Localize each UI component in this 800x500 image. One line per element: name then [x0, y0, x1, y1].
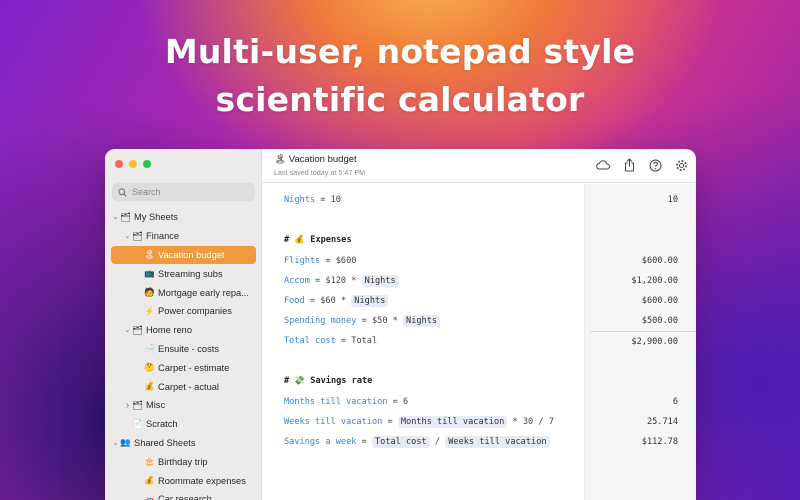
- total-divider: [590, 331, 696, 332]
- sidebar-item[interactable]: 💰 Roommate expenses: [105, 471, 262, 490]
- sidebar-item[interactable]: 🏝 Vacation budget: [111, 245, 256, 265]
- headline: Multi-user, notepad style scientific cal…: [0, 28, 800, 124]
- sheet-editor: 🏝 Vacation budget Last saved today at 5:…: [262, 149, 696, 500]
- share-icon[interactable]: [622, 158, 636, 172]
- result-months-till-vacation: 6: [672, 397, 678, 407]
- result-nights: 10: [667, 195, 678, 205]
- money-wings-icon: 💸: [294, 376, 306, 386]
- result-food: $600.00: [641, 296, 678, 306]
- result-accom: $1,200.00: [631, 276, 678, 286]
- sheet-emoji-icon: 🛁: [144, 343, 155, 354]
- line-spending-money[interactable]: Spending money = $50 * Nights: [284, 315, 441, 327]
- sidebar-item-label: Scratch: [146, 419, 178, 430]
- close-window-button[interactable]: [115, 160, 123, 168]
- sidebar-item-label: Roommate expenses: [158, 475, 246, 486]
- sheet-emoji-icon: 🗂: [132, 230, 143, 241]
- sidebar-item-label: Mortgage early repa...: [158, 287, 249, 298]
- sidebar-item[interactable]: 🚗 Car research: [105, 490, 262, 500]
- chevron-icon[interactable]: ›: [123, 400, 132, 411]
- app-window: Search ⌄ 🗂 My Sheets ⌄ 🗂 Finance 🏝 Vacation bud…: [105, 149, 696, 500]
- chevron-icon[interactable]: ⌄: [123, 326, 132, 334]
- line-weeks-till-vacation[interactable]: Weeks till vacation = Months till vacati…: [284, 416, 554, 428]
- sheet-emoji-icon: 🎂: [144, 456, 155, 467]
- line-savings-a-week[interactable]: Savings a week = Total cost / Weeks till…: [284, 436, 550, 448]
- sidebar: Search ⌄ 🗂 My Sheets ⌄ 🗂 Finance 🏝 Vacation bud…: [105, 149, 262, 500]
- line-total-cost[interactable]: Total cost = Total: [284, 336, 377, 346]
- line-food[interactable]: Food = $60 * Nights: [284, 295, 389, 307]
- sheet-emoji-icon: 📄: [132, 418, 143, 429]
- toolbar: [596, 158, 688, 172]
- sheet-emoji-icon: 📺: [144, 268, 155, 279]
- sheet-emoji-icon: 💰: [144, 381, 155, 392]
- sidebar-item-label: Shared Sheets: [134, 437, 196, 448]
- search-placeholder: Search: [132, 187, 161, 197]
- line-nights[interactable]: Nights = 10: [284, 195, 341, 205]
- sidebar-item-label: Carpet - estimate: [158, 362, 230, 373]
- sidebar-item[interactable]: 🤔 Carpet - estimate: [105, 358, 262, 377]
- line-accom[interactable]: Accom = $120 * Nights: [284, 275, 399, 287]
- search-input[interactable]: Search: [112, 183, 255, 201]
- sidebar-item[interactable]: › 🗂 Misc: [105, 396, 262, 415]
- sidebar-item-label: Ensuite - costs: [158, 343, 219, 354]
- heading-savings-rate[interactable]: # 💸 Savings rate: [284, 376, 372, 386]
- last-saved-text: Last saved today at 5:47 PM: [274, 168, 366, 177]
- result-weeks-till-vacation: 25.714: [646, 417, 678, 427]
- money-bag-icon: 💰: [294, 235, 306, 245]
- window-controls: [115, 160, 151, 168]
- sheet-emoji-icon: 💰: [144, 475, 155, 486]
- sidebar-item[interactable]: ⌄ 🗂 Home reno: [105, 321, 262, 340]
- sidebar-item[interactable]: 🧑 Mortgage early repa...: [105, 283, 262, 302]
- settings-icon[interactable]: [674, 158, 688, 172]
- result-spending-money: $500.00: [641, 316, 678, 326]
- result-flights: $600.00: [641, 256, 678, 266]
- sidebar-item-label: Carpet - actual: [158, 381, 219, 392]
- result-savings-a-week: $112.78: [641, 437, 678, 447]
- sheet-emoji-icon: 🧑: [144, 287, 155, 298]
- sheet-emoji-icon: ⚡: [144, 305, 155, 316]
- sidebar-item-label: Birthday trip: [158, 456, 208, 467]
- sidebar-item-label: Car research: [158, 494, 212, 500]
- sheet-emoji-icon: 🤔: [144, 362, 155, 373]
- chevron-icon[interactable]: ⌄: [111, 213, 120, 221]
- sidebar-item[interactable]: 🛁 Ensuite - costs: [105, 340, 262, 359]
- titlebar: 🏝 Vacation budget Last saved today at 5:…: [262, 149, 696, 183]
- cloud-icon[interactable]: [596, 158, 610, 172]
- sheet-tree: ⌄ 🗂 My Sheets ⌄ 🗂 Finance 🏝 Vacation budget 📺 Str…: [105, 208, 262, 500]
- sidebar-item[interactable]: ⚡ Power companies: [105, 302, 262, 321]
- headline-line-1: Multi-user, notepad style: [164, 32, 636, 71]
- search-icon: [118, 187, 127, 197]
- sidebar-item-label: Streaming subs: [158, 268, 223, 279]
- chevron-icon[interactable]: ⌄: [111, 439, 120, 447]
- sidebar-item[interactable]: 📺 Streaming subs: [105, 264, 262, 283]
- help-icon[interactable]: [648, 158, 662, 172]
- sidebar-item-label: Finance: [146, 231, 180, 242]
- zoom-window-button[interactable]: [143, 160, 151, 168]
- chevron-icon[interactable]: ⌄: [123, 232, 132, 240]
- sidebar-item-label: Misc: [146, 400, 166, 411]
- minimize-window-button[interactable]: [129, 160, 137, 168]
- sheet-emoji-icon: 🏝: [144, 249, 155, 260]
- sidebar-item[interactable]: ⌄ 🗂 My Sheets: [105, 208, 262, 227]
- sheet-emoji-icon: 🗂: [132, 399, 143, 410]
- result-total-cost: $2,900.00: [631, 337, 678, 347]
- sheet-emoji-icon: 🗂: [120, 211, 131, 222]
- sidebar-item[interactable]: 📄 Scratch: [105, 415, 262, 434]
- sheet-emoji-icon: 🗂: [132, 324, 143, 335]
- sidebar-item-label: Home reno: [146, 325, 192, 336]
- sidebar-item-label: Power companies: [158, 306, 232, 317]
- line-flights[interactable]: Flights = $600: [284, 256, 356, 266]
- sidebar-item[interactable]: 💰 Carpet - actual: [105, 377, 262, 396]
- sidebar-item[interactable]: ⌄ 👥 Shared Sheets: [105, 434, 262, 453]
- heading-expenses[interactable]: # 💰 Expenses: [284, 235, 352, 245]
- page-title: 🏝 Vacation budget: [274, 154, 357, 165]
- line-months-till-vacation[interactable]: Months till vacation = 6: [284, 397, 408, 407]
- sidebar-item-label: My Sheets: [134, 212, 178, 223]
- sidebar-item-label: Vacation budget: [158, 249, 225, 260]
- sheet-emoji-icon: 👥: [120, 437, 131, 448]
- sheet-emoji-icon: 🚗: [144, 493, 155, 500]
- sidebar-item[interactable]: ⌄ 🗂 Finance: [105, 227, 262, 246]
- sidebar-item[interactable]: 🎂 Birthday trip: [105, 452, 262, 471]
- headline-line-2: scientific calculator: [215, 80, 585, 119]
